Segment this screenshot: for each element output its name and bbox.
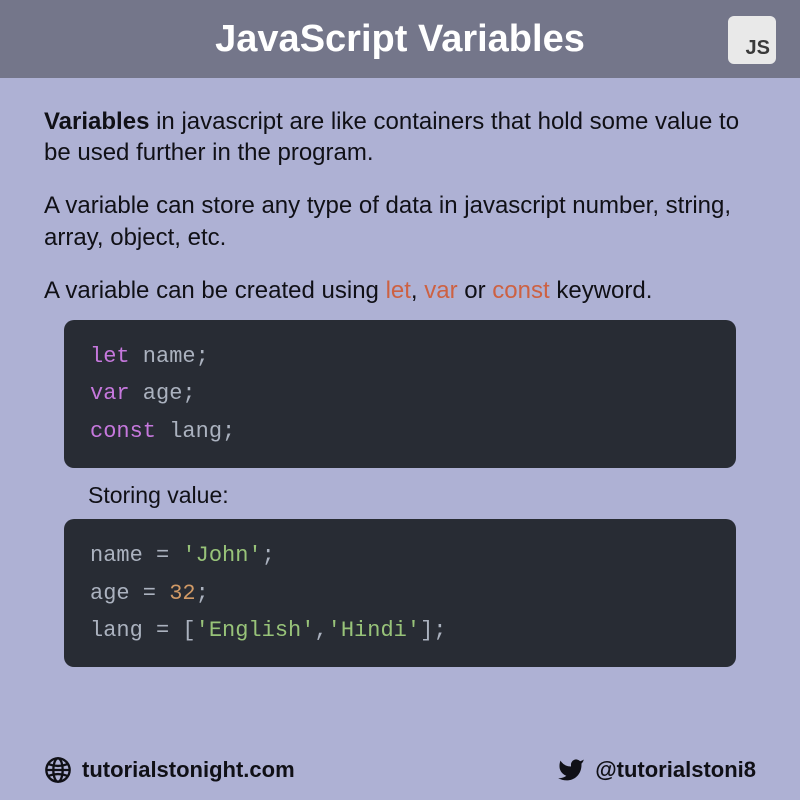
code-block-assign: name = 'John'; age = 32; lang = ['Englis… (64, 519, 736, 667)
page-title: JavaScript Variables (215, 18, 585, 61)
token-string: 'John' (182, 543, 261, 568)
paragraph-intro: Variables in javascript are like contain… (44, 106, 756, 168)
token-ident: name (130, 344, 196, 369)
globe-icon (44, 756, 72, 784)
code-line: const lang; (90, 413, 710, 450)
token-keyword: let (90, 344, 130, 369)
intro-text: in javascript are like containers that h… (44, 108, 739, 166)
code-line: age = 32; (90, 575, 710, 612)
token-end: ; (196, 581, 209, 606)
token-end: ; (182, 381, 195, 406)
keyword-const: const (492, 277, 549, 304)
token-keyword: var (90, 381, 130, 406)
paragraph-keywords: A variable can be created using let, var… (44, 275, 756, 306)
token-ident: lang (156, 419, 222, 444)
kw-post: keyword. (550, 277, 653, 304)
paragraph-types: A variable can store any type of data in… (44, 190, 756, 252)
token-number: 32 (169, 581, 195, 606)
keyword-var: var (424, 277, 457, 304)
subheading-storing: Storing value: (88, 482, 756, 509)
footer-left: tutorialstonight.com (44, 756, 547, 784)
code-line: name = 'John'; (90, 537, 710, 574)
token-end: ; (222, 419, 235, 444)
twitter-icon (557, 756, 585, 784)
token-string: 'English' (196, 618, 315, 643)
code-block-declare: let name; var age; const lang; (64, 320, 736, 468)
footer-handle: @tutorialstoni8 (595, 757, 756, 783)
token-ident: lang = [ (90, 618, 196, 643)
token-end: ; (262, 543, 275, 568)
content-area: Variables in javascript are like contain… (0, 78, 800, 740)
code-line: lang = ['English','Hindi']; (90, 612, 710, 649)
token-ident: age (130, 381, 183, 406)
code-line: var age; (90, 375, 710, 412)
header: JavaScript Variables JS (0, 0, 800, 78)
token-end: ]; (420, 618, 446, 643)
sep1: , (411, 277, 424, 304)
footer-site: tutorialstonight.com (82, 757, 295, 783)
token-ident: age = (90, 581, 169, 606)
sep2: or (458, 277, 493, 304)
token-sep: , (314, 618, 327, 643)
token-string: 'Hindi' (328, 618, 420, 643)
keyword-let: let (386, 277, 411, 304)
bold-term: Variables (44, 108, 149, 135)
token-ident: name = (90, 543, 182, 568)
footer-right: @tutorialstoni8 (557, 756, 756, 784)
kw-pre: A variable can be created using (44, 277, 386, 304)
js-badge-icon: JS (728, 16, 776, 64)
code-line: let name; (90, 338, 710, 375)
token-keyword: const (90, 419, 156, 444)
token-end: ; (196, 344, 209, 369)
footer: tutorialstonight.com @tutorialstoni8 (0, 740, 800, 800)
